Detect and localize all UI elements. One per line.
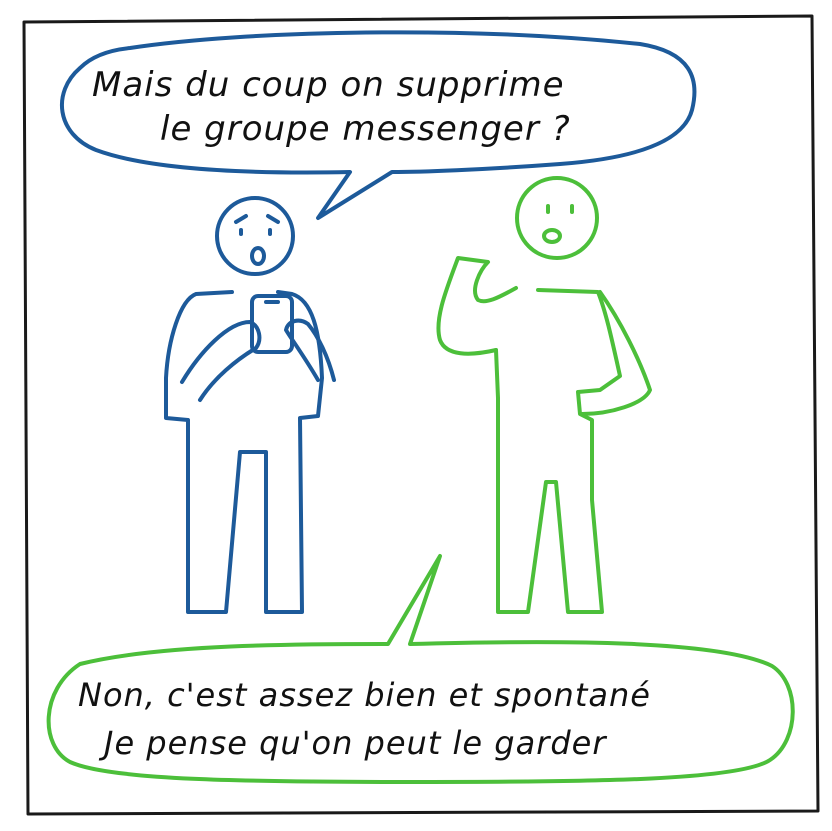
blue-character-body [164,290,324,614]
blue-character-mouth [250,246,266,266]
speech-bubble-top-line1: Mais du coup on supprime [92,65,565,105]
green-character-body [494,288,622,614]
blue-character-eyebrow-left [234,214,248,224]
comic-panel: Mais du coup on supprime le groupe messe… [22,14,820,816]
green-character-mouth [542,228,562,244]
green-character-head [515,176,599,260]
speech-bubble-top: Mais du coup on supprime le groupe messe… [59,30,697,220]
speech-bubble-bottom-line2: Je pense qu'on peut le garder [98,724,607,762]
speech-bubble-top-line2: le groupe messenger ? [160,109,571,149]
blue-character [164,196,336,614]
blue-character-eyebrow-right [266,214,280,224]
green-character [436,176,652,614]
speech-bubble-bottom: Non, c'est assez bien et spontané Je pen… [46,554,795,784]
green-character-arm-raised [436,256,518,356]
speech-bubble-bottom-line1: Non, c'est assez bien et spontané [78,676,651,714]
blue-character-arm-left [180,320,262,402]
